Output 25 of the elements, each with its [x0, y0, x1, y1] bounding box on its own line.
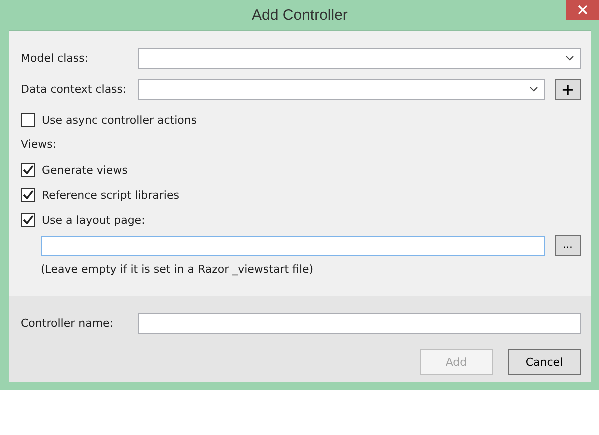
field-label: Model class:	[21, 52, 90, 65]
checkbox[interactable]	[21, 188, 35, 202]
field-label: Controller name:	[21, 317, 115, 330]
checkbox-label: Reference script libraries	[42, 188, 180, 202]
checkbox[interactable]	[21, 113, 35, 127]
hint-text: (Leave empty if it is set in a Razor _viewstart file)	[41, 263, 315, 276]
dropdown-field[interactable]	[138, 79, 545, 100]
checkbox-label: Use async controller actions	[42, 114, 198, 126]
checkbox-label: Use a layout page:	[42, 214, 146, 226]
close-icon	[578, 5, 588, 15]
checkbox[interactable]	[21, 213, 35, 227]
input-field[interactable]	[41, 236, 545, 256]
chevron-down-icon	[530, 87, 538, 92]
chevron-down-icon	[566, 56, 574, 61]
field-label: Data context class:	[21, 83, 128, 96]
close-button[interactable]	[566, 0, 599, 20]
browse-button[interactable]: ...	[555, 235, 581, 256]
add-button[interactable]: +	[555, 79, 581, 100]
checkbox-label: Generate views	[42, 164, 128, 176]
window-title: Add Controller	[252, 6, 348, 24]
cancel-button[interactable]: Cancel	[508, 349, 581, 375]
input-field[interactable]	[138, 313, 581, 334]
section-label: Views:	[21, 138, 58, 151]
checkbox[interactable]	[21, 163, 35, 177]
dropdown-field[interactable]	[138, 48, 581, 69]
